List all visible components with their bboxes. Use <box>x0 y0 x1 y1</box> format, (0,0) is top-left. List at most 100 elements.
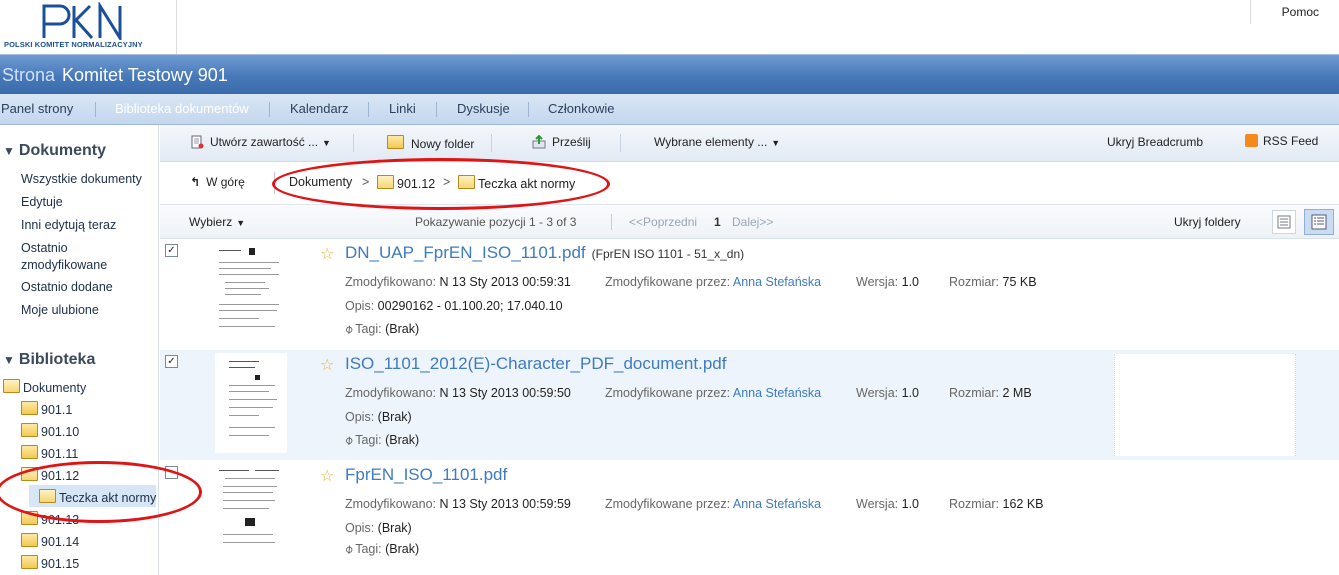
folder-icon <box>21 511 38 525</box>
tree-item-901-10[interactable]: 901.10 <box>21 423 79 439</box>
tree-item-label: 901.10 <box>41 425 80 439</box>
modified-label: Zmodyfikowano: <box>345 497 437 511</box>
up-label: W górę <box>206 175 245 189</box>
link-editing[interactable]: Edytuje <box>21 194 156 211</box>
row-checkbox[interactable]: ✓ <box>165 355 178 368</box>
folder-open-icon <box>21 467 38 481</box>
tree-item-label: 901.11 <box>41 447 79 461</box>
breadcrumb-separator: > <box>362 175 370 189</box>
pkn-logo[interactable]: POLSKI KOMITET NORMALIZACYJNY <box>4 2 174 52</box>
link-recently-modified[interactable]: Ostatnio zmodyfikowane <box>21 240 156 274</box>
tree-item-901-13[interactable]: 901.13 <box>21 511 79 527</box>
up-button[interactable]: ↰ W górę <box>190 175 245 189</box>
library-heading-label: Biblioteka <box>18 351 96 368</box>
help-link[interactable]: Pomoc <box>1282 5 1319 19</box>
document-title-link[interactable]: DN_UAP_FprEN_ISO_1101.pdf (FprEN ISO 1101… <box>345 243 744 263</box>
next-page-link[interactable]: Dalej>> <box>732 215 773 229</box>
folder-open-icon <box>3 379 20 393</box>
modified-label: Zmodyfikowano: <box>345 386 437 400</box>
link-all-documents[interactable]: Wszystkie dokumenty <box>21 171 156 188</box>
modified-field: Zmodyfikowano: N 13 Sty 2013 00:59:59 <box>345 497 571 511</box>
tree-item-root[interactable]: Dokumenty <box>3 379 86 395</box>
tags-label: Tagi: <box>355 433 382 447</box>
document-row[interactable]: ✓ ☆ DN_UAP_FprEN_ISO_1101.pdf (FprEN ISO … <box>160 239 1339 349</box>
rss-feed-button[interactable]: RSS Feed <box>1245 134 1318 148</box>
favorite-star-icon[interactable]: ☆ <box>320 466 334 486</box>
documents-heading-label: Dokumenty <box>18 142 107 159</box>
modified-field: Zmodyfikowano: N 13 Sty 2013 00:59:50 <box>345 386 571 400</box>
list-header: Wybierz ▼ Pokazywanie pozycji 1 - 3 of 3 … <box>160 205 1339 239</box>
document-title-link[interactable]: ISO_1101_2012(E)-Character_PDF_document.… <box>345 354 732 374</box>
tree-item-label: 901.1 <box>41 403 73 417</box>
chevron-down-icon: ▼ <box>322 138 331 148</box>
tree-item-label: 901.13 <box>41 513 80 527</box>
tree-item-label: Dokumenty <box>23 381 87 395</box>
tags-field: ⌀Tagi: (Brak) <box>341 321 419 336</box>
upload-button[interactable]: Prześlij <box>532 135 591 149</box>
tree-item-901-14[interactable]: 901.14 <box>21 533 79 549</box>
list-view-button[interactable] <box>1272 210 1296 234</box>
select-menu[interactable]: Wybierz ▼ <box>189 215 245 229</box>
description-field: Opis: 00290162 - 01.100.20; 17.040.10 <box>345 299 563 313</box>
document-thumbnail[interactable] <box>215 464 287 564</box>
tags-label: Tagi: <box>355 322 382 336</box>
selected-items-label: Wybrane elementy ... <box>654 135 768 149</box>
link-recently-added[interactable]: Ostatnio dodane <box>21 279 156 296</box>
modified-by-user-link[interactable]: Anna Stefańska <box>733 275 821 289</box>
header-divider <box>1250 0 1251 24</box>
size-field: Rozmiar: 162 KB <box>949 497 1044 511</box>
folder-open-icon <box>458 175 475 189</box>
nav-members[interactable]: Członkowie <box>548 101 614 116</box>
tree-item-label: 901.14 <box>41 535 80 549</box>
size-field: Rozmiar: 2 MB <box>949 386 1032 400</box>
breadcrumb-item-documents[interactable]: Dokumenty <box>289 175 352 189</box>
documents-heading[interactable]: ▼ Dokumenty <box>3 142 106 160</box>
breadcrumb: ↰ W górę Dokumenty > 901.12 > Teczka akt … <box>160 162 1339 205</box>
version-value: 1.0 <box>901 386 920 400</box>
favorite-star-icon[interactable]: ☆ <box>320 244 334 264</box>
version-label: Wersja: <box>856 275 899 289</box>
selected-items-menu[interactable]: Wybrane elementy ... ▼ <box>654 135 780 149</box>
paging-divider <box>611 214 612 230</box>
document-thumbnail[interactable] <box>215 353 287 453</box>
description-value: (Brak) <box>377 410 412 424</box>
favorite-star-icon[interactable]: ☆ <box>320 355 334 375</box>
modified-by-user-link[interactable]: Anna Stefańska <box>733 497 821 511</box>
nav-links[interactable]: Linki <box>389 101 416 116</box>
previous-page-link[interactable]: <<Poprzedni <box>629 215 697 229</box>
tree-item-901-12[interactable]: 901.12 <box>21 467 79 483</box>
breadcrumb-item-901-12[interactable]: 901.12 <box>377 175 435 191</box>
row-checkbox[interactable]: ✓ <box>165 244 178 257</box>
site-title[interactable]: Komitet Testowy 901 <box>62 65 228 86</box>
nav-site-panel[interactable]: Panel strony <box>1 101 73 116</box>
modified-by-field: Zmodyfikowane przez: Anna Stefańska <box>605 275 821 289</box>
details-view-button[interactable] <box>1304 209 1334 235</box>
tree-item-901-15[interactable]: 901.15 <box>21 555 79 571</box>
modified-by-user-link[interactable]: Anna Stefańska <box>733 386 821 400</box>
document-thumbnail[interactable] <box>215 242 287 342</box>
hide-breadcrumb-button[interactable]: Ukryj Breadcrumb <box>1107 135 1203 149</box>
nav-document-library[interactable]: Biblioteka dokumentów <box>115 101 249 116</box>
nav-discussions[interactable]: Dyskusje <box>457 101 510 116</box>
row-checkbox[interactable] <box>165 466 178 479</box>
link-others-editing[interactable]: Inni edytują teraz <box>21 217 156 234</box>
tags-label: Tagi: <box>355 542 382 556</box>
create-content-button[interactable]: Utwórz zawartość ... ▼ <box>190 135 331 149</box>
document-row[interactable]: ☆ FprEN_ISO_1101.pdf Zmodyfikowano: N 13… <box>160 461 1339 571</box>
paging-info: Pokazywanie pozycji 1 - 3 of 3 <box>415 215 577 229</box>
version-label: Wersja: <box>856 386 899 400</box>
breadcrumb-item-teczka-akt-normy[interactable]: Teczka akt normy <box>458 175 575 191</box>
library-heading[interactable]: ▼ Biblioteka <box>3 351 95 369</box>
nav-calendar[interactable]: Kalendarz <box>290 101 349 116</box>
nav-separator <box>436 102 437 117</box>
chevron-down-icon: ▼ <box>771 138 781 148</box>
document-row[interactable]: ✓ ☆ ISO_1101_2012(E)-Character_PDF_docum… <box>160 350 1339 460</box>
document-title-link[interactable]: FprEN_ISO_1101.pdf <box>345 465 513 485</box>
size-value: 2 MB <box>1002 386 1032 400</box>
tree-item-901-11[interactable]: 901.11 <box>21 445 78 461</box>
tree-item-901-1[interactable]: 901.1 <box>21 401 72 417</box>
new-folder-button[interactable]: Nowy folder <box>387 135 474 151</box>
hide-folders-button[interactable]: Ukryj foldery <box>1174 215 1241 229</box>
tree-item-teczka-akt-normy[interactable]: Teczka akt normy <box>39 489 156 505</box>
link-favorites[interactable]: Moje ulubione <box>21 302 156 319</box>
